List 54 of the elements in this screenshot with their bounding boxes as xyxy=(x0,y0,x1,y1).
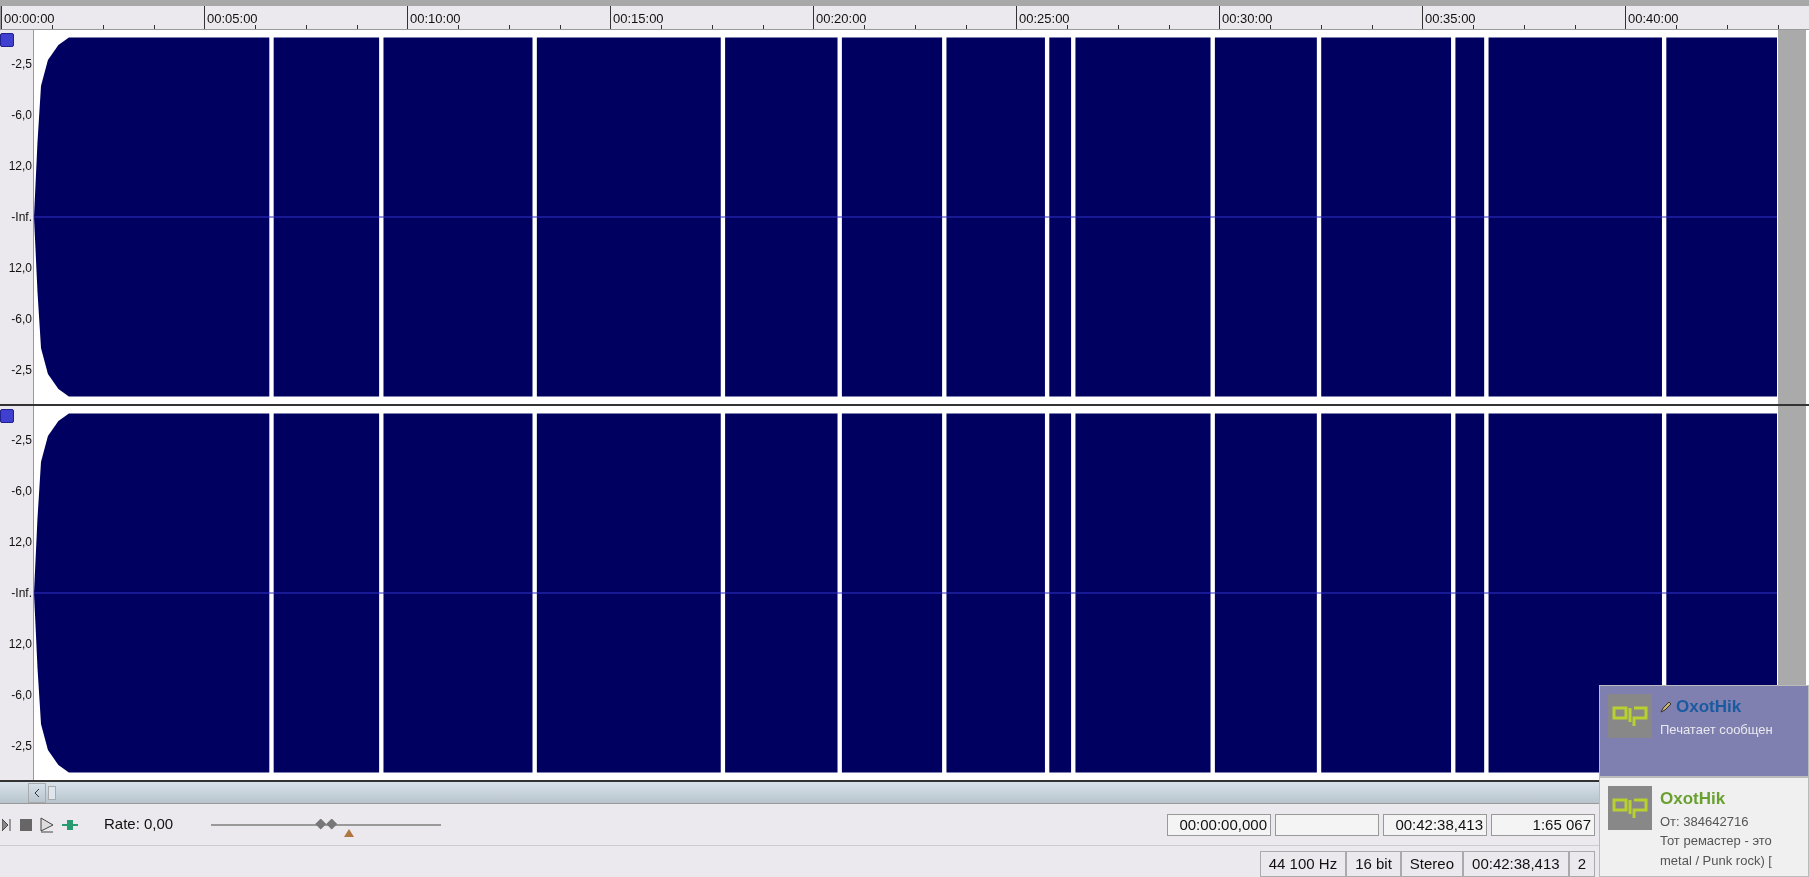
ruler-time-label: 00:20:00 xyxy=(816,11,867,26)
db-scale-label: -6,0 xyxy=(10,108,33,121)
ruler-time-label: 00:05:00 xyxy=(207,11,258,26)
notification-popup[interactable]: OxotHik От: 384642716 Тот ремастер - это metal / Punk rock) [ xyxy=(1599,777,1809,877)
ruler-time-label: 00:25:00 xyxy=(1019,11,1070,26)
db-scale-label: -6,0 xyxy=(10,313,33,326)
empty-field[interactable] xyxy=(1275,813,1379,836)
db-scale-label: -2,5 xyxy=(10,57,33,70)
db-scale-label: -Inf. xyxy=(10,587,33,599)
ruler-time-label: 00:40:00 xyxy=(1628,11,1679,26)
stop-icon[interactable] xyxy=(20,818,32,831)
db-scale-label: 12,0 xyxy=(7,535,33,548)
channel-toggle-button[interactable] xyxy=(0,33,14,47)
db-scale-label: -2,5 xyxy=(10,740,33,753)
messenger-logo-icon xyxy=(1608,786,1652,830)
contact-name: OxotHik xyxy=(1676,696,1742,718)
ruler-time-label: 00:15:00 xyxy=(613,11,664,26)
status-field: 2 xyxy=(1568,851,1595,877)
notification-text: Печатает сообщен xyxy=(1660,720,1773,739)
notification-text: От: 384642716 xyxy=(1660,812,1750,831)
db-scale-label: -6,0 xyxy=(10,484,33,497)
slider-thumb[interactable] xyxy=(315,818,338,830)
pencil-icon xyxy=(1660,700,1672,713)
ruler-time-label: 00:10:00 xyxy=(410,11,461,26)
status-field: Stereo xyxy=(1400,851,1464,877)
status-field: 16 bit xyxy=(1346,851,1401,877)
ruler-time-label: 00:35:00 xyxy=(1425,11,1476,26)
db-scale-label: 12,0 xyxy=(7,638,33,651)
scroll-left-button[interactable] xyxy=(28,782,46,803)
chevron-left-icon xyxy=(34,788,40,797)
play-icon[interactable] xyxy=(40,816,54,833)
go-to-end-icon[interactable] xyxy=(2,817,12,832)
contact-name: OxotHik xyxy=(1660,788,1726,810)
db-scale-label: 12,0 xyxy=(7,262,33,275)
notification-text: metal / Punk rock) [ xyxy=(1660,851,1772,870)
db-scale-label: -2,5 xyxy=(10,433,33,446)
scrollbar-thumb[interactable] xyxy=(48,785,56,800)
ruler-time-label: 00:00:00 xyxy=(4,11,55,26)
db-scale-label: -6,0 xyxy=(10,689,33,702)
notification-text: Тот ремастер - это xyxy=(1660,832,1772,850)
messenger-logo-icon xyxy=(1608,694,1652,738)
time-field[interactable]: 00:00:00,000 xyxy=(1167,813,1271,836)
status-field: 00:42:38,413 xyxy=(1463,851,1569,877)
loop-icon[interactable] xyxy=(62,818,78,831)
db-scale-label: -Inf. xyxy=(10,211,33,223)
center-marker-icon xyxy=(344,828,355,837)
time-field[interactable]: 1:65 067 xyxy=(1491,813,1595,836)
time-field[interactable]: 00:42:38,413 xyxy=(1383,813,1487,836)
rate-label: Rate: 0,00 xyxy=(104,814,174,835)
channel-toggle-button[interactable] xyxy=(0,409,14,423)
status-field: 44 100 Hz xyxy=(1259,851,1347,877)
db-scale-label: 12,0 xyxy=(7,159,33,172)
ruler-time-label: 00:30:00 xyxy=(1222,11,1273,26)
db-scale-label: -2,5 xyxy=(10,364,33,377)
